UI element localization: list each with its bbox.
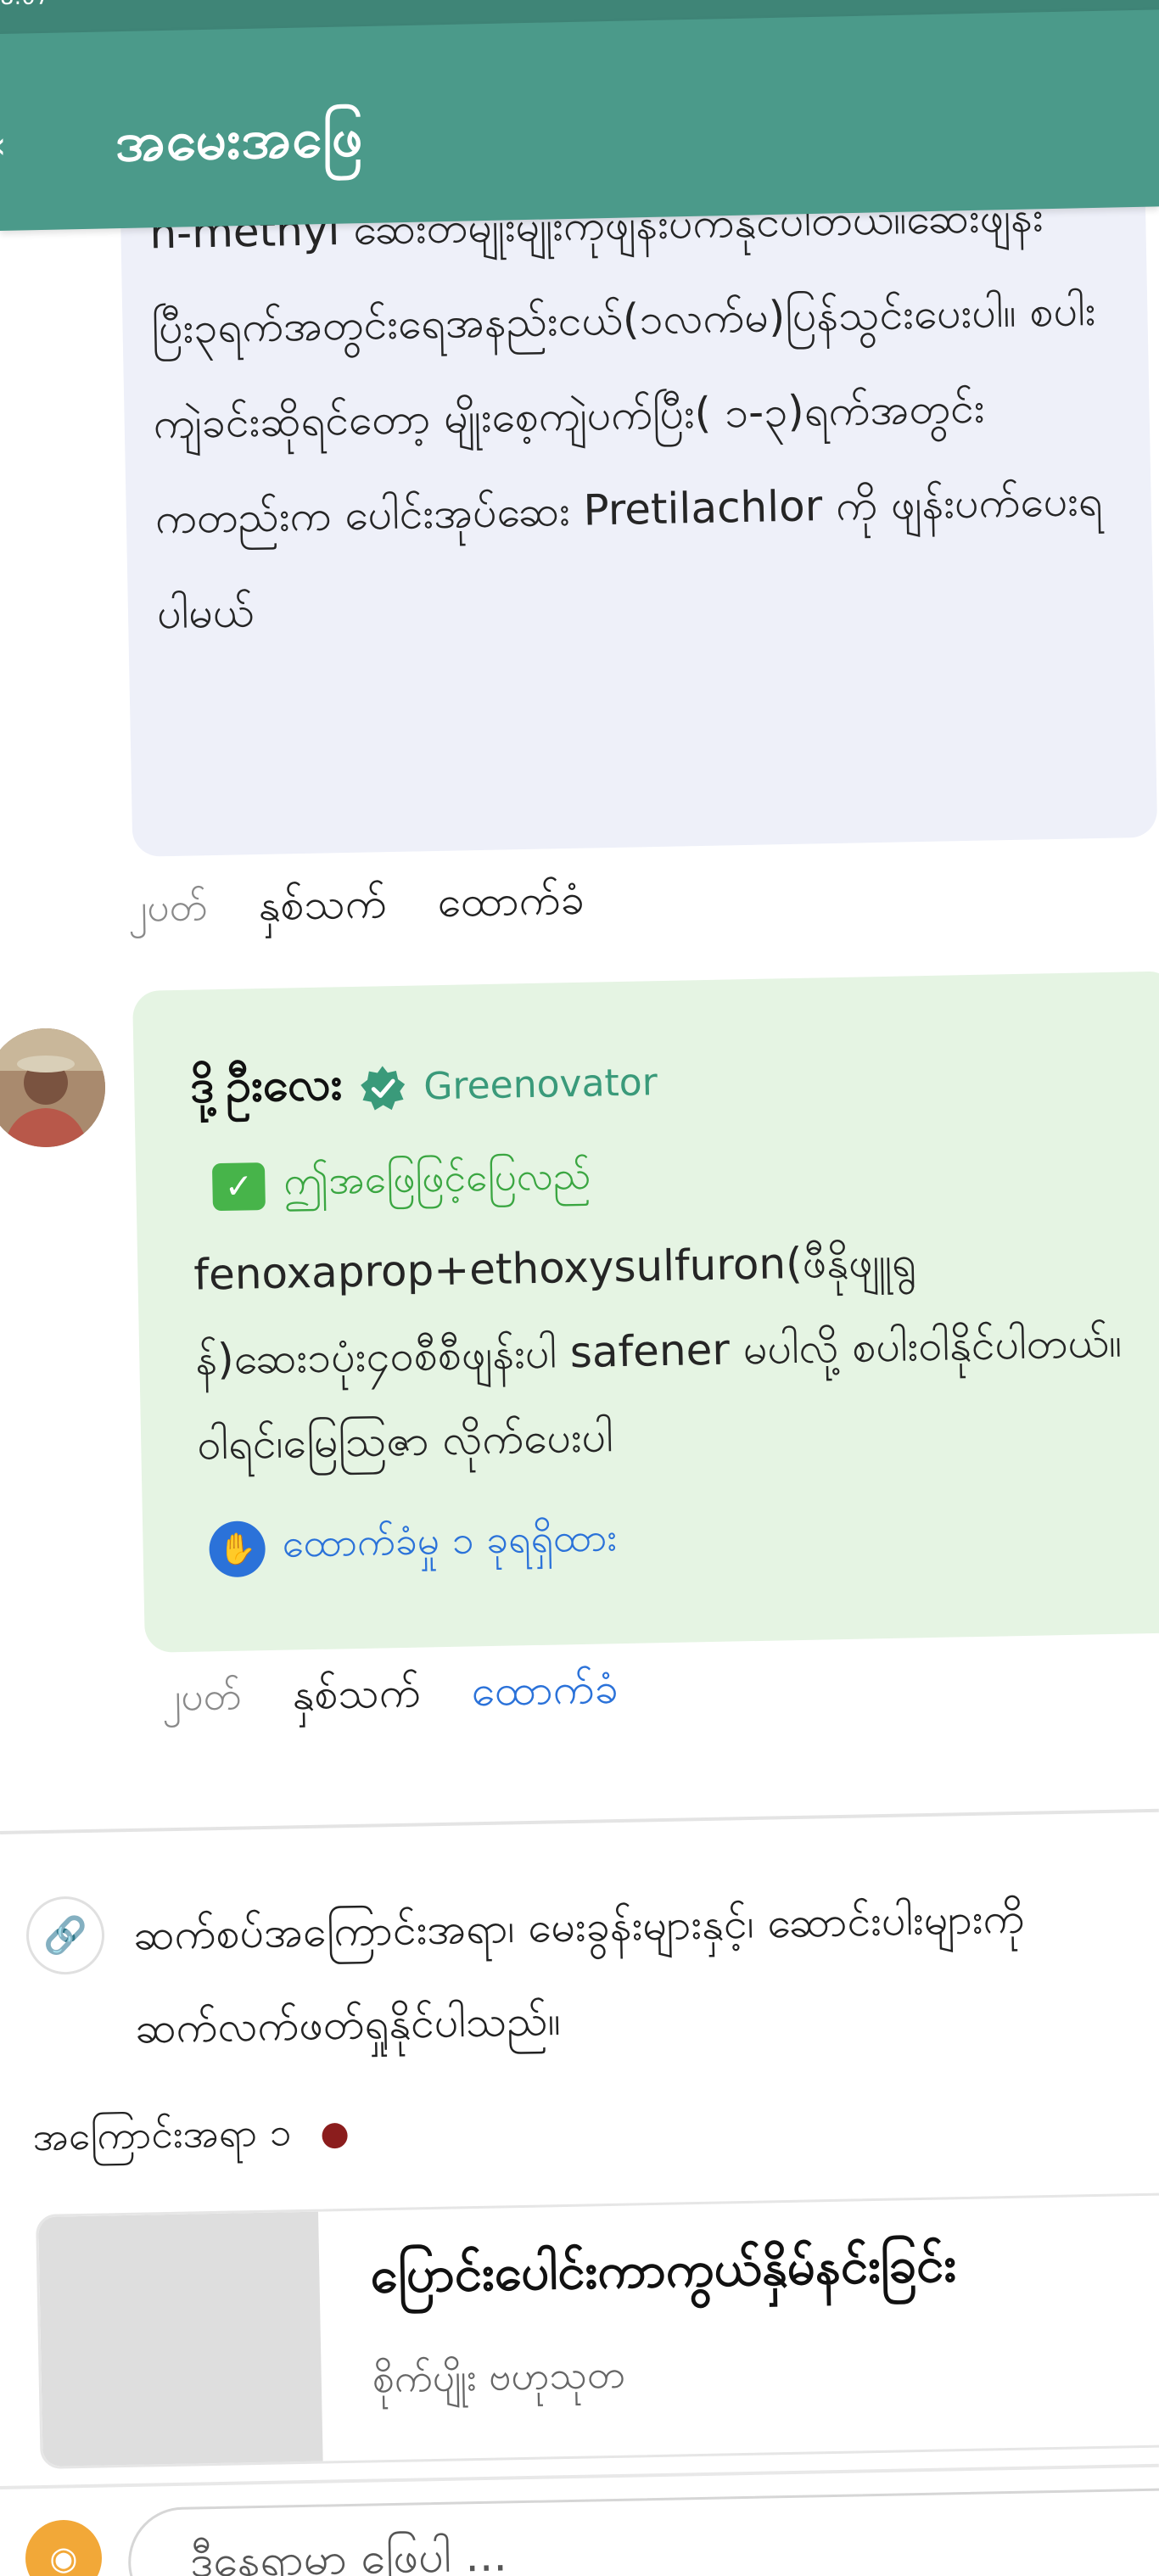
related-count: အကြောင်းအရာ ၁ (32, 2107, 348, 2170)
status-time: 8:07 (0, 0, 49, 10)
answer-time: ၂ပတ် (127, 882, 208, 931)
answer-actions: ၂ပတ် နှစ်သက် ထောက်ခံ (127, 860, 893, 950)
support-icon: ✋ (209, 1520, 266, 1577)
accepted-label: ဤအဖြေဖြင့်ပြေလည် (283, 1151, 591, 1204)
answer-actions: ၂ပတ် နှစ်သက် ထောက်ခံ (161, 1649, 927, 1739)
avatar-image (0, 1028, 105, 1147)
related-note: 🔗 ဆက်စပ်အကြောင်းအရာ၊ မေးခွန်းများနှင့်၊ … (25, 1868, 1159, 2060)
support-button[interactable]: ထောက်ခံ (437, 872, 585, 937)
answer-time: ၂ပတ် (161, 1672, 242, 1720)
like-button[interactable]: နှစ်သက် (258, 876, 388, 941)
arrow-left-icon[interactable]: ‹ (0, 124, 17, 167)
author-row: ဒို့ဦးလေး Greenovator (190, 1039, 1145, 1125)
page: 8:07 ‹ အမေးအဖြေ n-methyl ဆေးတမျိုးမျိုးက… (0, 0, 1159, 2576)
reply-input[interactable] (127, 2487, 1159, 2576)
article-category: စိုက်ပျိုး ဗဟုသုတ (372, 2350, 626, 2402)
camera-icon[interactable]: ◉ (25, 2520, 102, 2576)
link-icon: 🔗 (25, 1896, 105, 1975)
related-note-text: ဆက်စပ်အကြောင်းအရာ၊ မေးခွန်းများနှင့်၊ ဆေ… (132, 1893, 1025, 2053)
support-count: ထောက်ခံမှု ၁ ခုရရှိထား (282, 1514, 618, 1566)
accepted-answer-bubble: ဒို့ဦးလေး Greenovator ✓ ဤအဖြေဖြင့်ပြေလည်… (132, 971, 1159, 1653)
related-article-card[interactable]: ပြောင်းပေါင်းကာကွယ်နှိမ်နင်းခြင်း စိုက်ပ… (36, 2192, 1159, 2469)
avatar[interactable] (0, 1028, 105, 1147)
article-thumbnail (38, 2211, 323, 2469)
related-count-label: အကြောင်းအရာ ၁ (32, 2108, 292, 2159)
check-icon: ✓ (211, 1162, 266, 1211)
author-badge: Greenovator (423, 1061, 658, 1109)
verified-icon (361, 1065, 406, 1111)
accepted-row: ✓ ဤအဖြေဖြင့်ပြေလည် (211, 1140, 1146, 1215)
support-button[interactable]: ထောက်ခံ (471, 1661, 619, 1726)
input-divider (0, 2463, 1159, 2489)
section-divider (0, 1808, 1159, 1834)
support-count-row[interactable]: ✋ ထောက်ခံမှု ၁ ခုရရှိထား (209, 1503, 1153, 1577)
answer-text: fenoxaprop+ethoxysulfuron(ဖီနိုဖျူရွန်)ဆ… (193, 1236, 1123, 1470)
like-button[interactable]: နှစ်သက် (292, 1666, 422, 1730)
notification-dot (322, 2122, 348, 2148)
app-bar: ‹ အမေးအဖြေ (0, 9, 1159, 231)
author-name[interactable]: ဒို့ဦးလေး (190, 1055, 344, 1124)
page-title: အမေးအဖြေ (115, 106, 364, 175)
article-title: ပြောင်းပေါင်းကာကွယ်နှိမ်နင်းခြင်း (369, 2235, 957, 2304)
answer-text: n-methyl ဆေးတမျိုးမျိုးကိုဖျန်းပက်နိုင်ပ… (148, 192, 1103, 639)
